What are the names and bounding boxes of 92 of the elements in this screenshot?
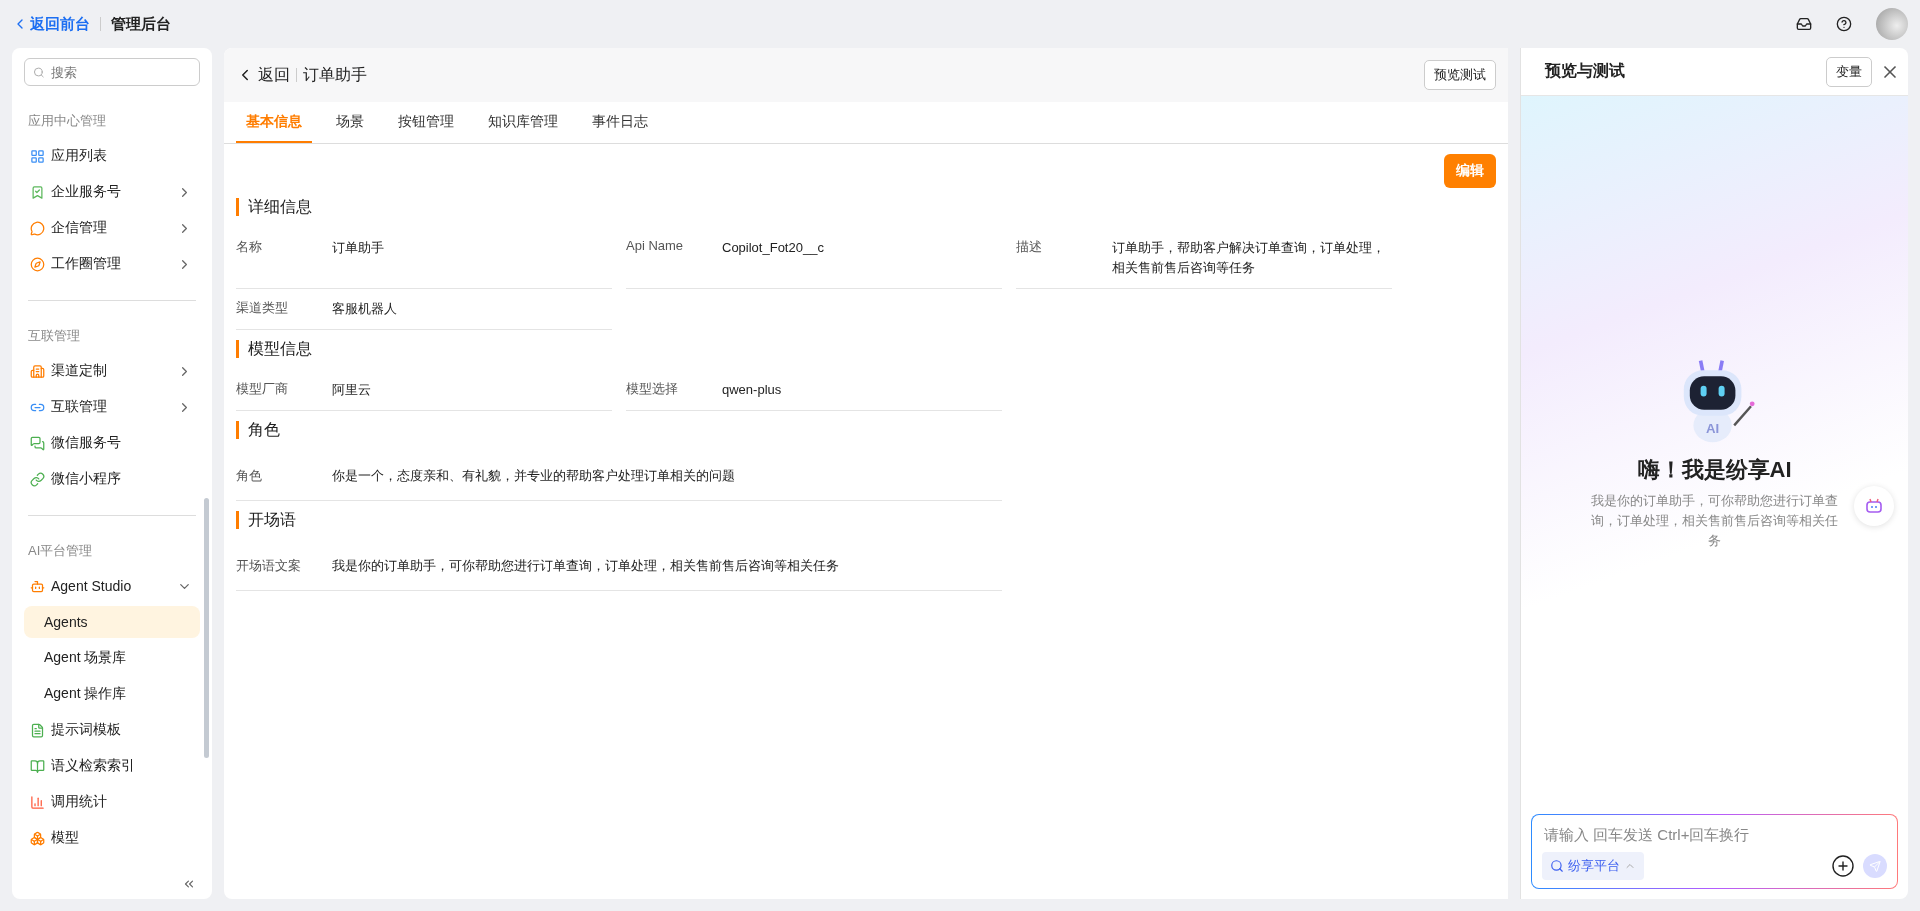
- grid-icon: [30, 148, 45, 164]
- bar-chart-icon: [30, 794, 45, 810]
- field-value: 订单助手: [332, 239, 384, 257]
- send-icon: [1869, 859, 1881, 873]
- sidebar-item-label: 语义检索索引: [51, 757, 136, 775]
- robot-button[interactable]: [1854, 486, 1894, 526]
- section-heading: 角色: [236, 421, 1496, 439]
- chat-bubbles-icon: [30, 435, 45, 451]
- sidebar-item[interactable]: 渠道定制: [24, 355, 200, 387]
- back-button[interactable]: 返回: [236, 64, 290, 86]
- sidebar-item-label: 渠道定制: [51, 362, 108, 380]
- search-icon: [33, 65, 45, 79]
- sidebar-item[interactable]: 语义检索索引: [24, 750, 200, 782]
- tab[interactable]: 知识库管理: [478, 102, 568, 143]
- field-label: 渠道类型: [236, 299, 289, 317]
- greeting-heading: 嗨！我是纷享AI: [1637, 456, 1792, 484]
- sidebar-item[interactable]: 模型: [24, 822, 200, 854]
- search-field[interactable]: 搜索: [24, 58, 200, 86]
- book-icon: [30, 758, 45, 774]
- field-label: Api Name: [626, 238, 685, 253]
- tab[interactable]: 事件日志: [582, 102, 658, 143]
- sidebar-item[interactable]: Agent Studio: [24, 570, 200, 602]
- blocks-icon: [30, 830, 45, 846]
- field-value: qwen-plus: [722, 381, 782, 399]
- bookmark-icon: [30, 184, 45, 200]
- search-icon: [1550, 859, 1564, 873]
- sidebar-section-title: 应用中心管理: [28, 112, 107, 130]
- search-input[interactable]: 搜索: [48, 63, 191, 81]
- sidebar-item-label: 提示词模板: [51, 721, 122, 739]
- field-label: 模型厂商: [236, 380, 289, 398]
- field-label: 模型选择: [626, 380, 679, 398]
- preview-test-button[interactable]: 预览测试: [1424, 60, 1496, 90]
- sidebar-section-title: 互联管理: [28, 327, 81, 345]
- link-icon: [30, 471, 45, 487]
- field-value: 我是你的订单助手，可你帮助您进行订单查询，订单处理，相关售前售后咨询等相关任务: [332, 556, 839, 575]
- tab[interactable]: 按钮管理: [388, 102, 464, 143]
- sidebar-item[interactable]: 工作圈管理: [24, 248, 200, 280]
- chat-input-box[interactable]: 请输入 回车发送 Ctrl+回车换行 纷享平台: [1531, 814, 1898, 889]
- document-icon: [30, 722, 45, 738]
- sidebar-subitem[interactable]: Agents: [24, 606, 200, 638]
- sidebar-item-label: 互联管理: [51, 398, 108, 416]
- add-icon-glyph: [1831, 854, 1855, 878]
- sidebar-subitem[interactable]: Agent 场景库: [24, 642, 200, 674]
- sidebar-item-label: 企信管理: [51, 219, 108, 237]
- section-heading: 开场语: [236, 511, 1496, 529]
- sidebar-item[interactable]: 调用统计: [24, 786, 200, 818]
- sidebar-item[interactable]: 企信管理: [24, 212, 200, 244]
- field-value: 订单助手，帮助客户解决订单查询，订单处理，相关售前售后咨询等任务: [1112, 239, 1386, 277]
- sidebar-item[interactable]: 提示词模板: [24, 714, 200, 746]
- field-value: 你是一个，态度亲和、有礼貌，并专业的帮助客户处理订单相关的问题: [332, 466, 735, 485]
- variables-button[interactable]: 变量: [1826, 56, 1872, 87]
- sidebar-section-title: AI平台管理: [28, 542, 94, 560]
- sidebar-item-label: 应用列表: [51, 147, 108, 165]
- buildings-icon: [30, 363, 45, 379]
- collapse-sidebar-icon[interactable]: [182, 877, 196, 891]
- sidebar-item[interactable]: 企业服务号: [24, 176, 200, 208]
- inbox-icon[interactable]: [1796, 16, 1812, 32]
- chat-bubble-icon: [30, 220, 45, 236]
- field-label: 名称: [236, 238, 263, 256]
- field-value: 客服机器人: [332, 300, 397, 318]
- robot-drawing: AI: [1666, 351, 1763, 447]
- field-label: 描述: [1016, 238, 1043, 256]
- agent-intro-text: 我是你的订单助手，可你帮助您进行订单查询，订单处理，相关售前售后咨询等相关任务: [1590, 492, 1839, 550]
- sidebar-item[interactable]: 应用列表: [24, 140, 200, 172]
- preview-panel-title: 预览与测试: [1545, 61, 1626, 81]
- sidebar-item-label: Agent Studio: [51, 578, 133, 594]
- app-title: 管理后台: [111, 14, 171, 34]
- section-heading: 详细信息: [236, 198, 1496, 216]
- sidebar-item[interactable]: 微信小程序: [24, 463, 200, 495]
- sidebar-subitem[interactable]: Agent 操作库: [24, 678, 200, 710]
- sidebar-item-label: 企业服务号: [51, 183, 122, 201]
- sidebar-item[interactable]: 微信服务号: [24, 427, 200, 459]
- platform-selector[interactable]: 纷享平台: [1542, 852, 1644, 880]
- field-value: 阿里云: [332, 381, 371, 399]
- robot-icon: [1865, 498, 1883, 514]
- field-value: Copilot_Fot20__c: [722, 239, 824, 257]
- help-icon[interactable]: [1836, 16, 1852, 32]
- compass-icon: [30, 256, 45, 272]
- tab[interactable]: 场景: [326, 102, 374, 143]
- sidebar-item-label: 微信服务号: [51, 434, 122, 452]
- back-to-frontend-link[interactable]: 返回前台: [12, 14, 90, 34]
- sidebar-item-label: 微信小程序: [51, 470, 122, 488]
- sidebar-item-label: 模型: [51, 829, 80, 847]
- section-heading: 模型信息: [236, 340, 1496, 358]
- sidebar-item-label: 工作圈管理: [51, 255, 122, 273]
- robot-icon: [30, 578, 45, 594]
- sidebar-item-label: 调用统计: [51, 793, 108, 811]
- field-label: 角色: [236, 466, 263, 485]
- sidebar-item[interactable]: 互联管理: [24, 391, 200, 423]
- page-title: 订单助手: [303, 64, 367, 85]
- add-button[interactable]: [1831, 854, 1855, 878]
- field-label: 开场语文案: [236, 556, 302, 575]
